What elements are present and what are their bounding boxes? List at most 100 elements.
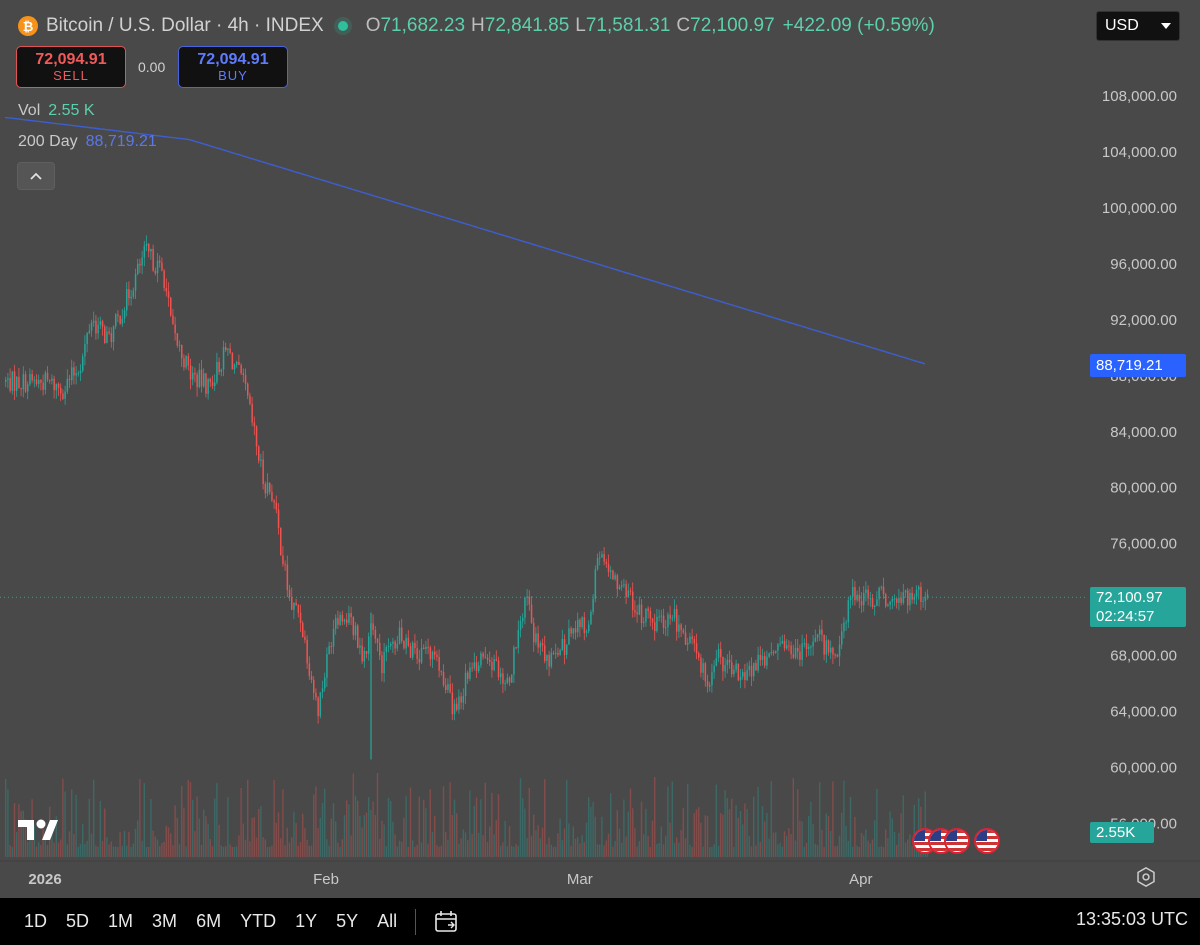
volume-bar xyxy=(460,838,462,857)
candle-body xyxy=(748,665,751,671)
market-status-dot[interactable] xyxy=(337,21,348,31)
volume-bar xyxy=(871,839,874,857)
volume-bar xyxy=(634,828,636,857)
candle-body xyxy=(313,679,315,693)
volume-bar xyxy=(434,815,436,857)
candle-body xyxy=(825,640,828,655)
candle-body xyxy=(654,622,656,631)
candle-body xyxy=(130,296,132,299)
range-ytd[interactable]: YTD xyxy=(240,911,276,932)
range-1y[interactable]: 1Y xyxy=(295,911,317,932)
buy-button[interactable]: 72,094.91 BUY xyxy=(178,46,288,88)
volume-bar xyxy=(464,832,467,857)
ma-indicator-legend[interactable]: 200 Day 88,719.21 xyxy=(18,133,157,151)
us-flag-icon[interactable] xyxy=(944,828,970,854)
volume-indicator-legend[interactable]: Vol 2.55 K xyxy=(18,102,95,120)
volume-bar xyxy=(251,817,253,857)
candle-body xyxy=(376,638,379,643)
ohlc-close: C72,100.97 xyxy=(676,15,775,36)
candle-body xyxy=(601,554,603,558)
candle-body xyxy=(541,643,544,646)
candle-body xyxy=(222,347,225,370)
candle-body xyxy=(161,262,163,271)
candle-body xyxy=(495,659,498,661)
volume-bar xyxy=(11,846,13,857)
candle-body xyxy=(398,627,401,644)
volume-bar xyxy=(508,826,511,857)
volume-bar xyxy=(60,839,62,857)
candle-body xyxy=(803,643,806,645)
candle-body xyxy=(581,617,583,628)
range-5d[interactable]: 5D xyxy=(66,911,89,932)
volume-bar xyxy=(819,782,821,857)
range-1d[interactable]: 1D xyxy=(24,911,47,932)
candle-body xyxy=(126,289,128,311)
volume-bar xyxy=(275,822,277,857)
volume-bar xyxy=(559,818,561,857)
utc-clock[interactable]: 13:35:03 UTC xyxy=(1076,909,1188,930)
candle-body xyxy=(715,658,718,666)
candle-body xyxy=(350,613,352,618)
candle-body xyxy=(651,618,654,623)
bitcoin-icon[interactable]: ₿ xyxy=(18,16,38,36)
volume-bar xyxy=(825,813,827,857)
candle-body xyxy=(726,659,729,666)
range-5y[interactable]: 5Y xyxy=(336,911,358,932)
chart-area[interactable]: 108,000.00 104,000.00 100,000.00 96,000.00 9… xyxy=(0,0,1200,898)
price-chart[interactable]: 108,000.00 104,000.00 100,000.00 96,000.00 9… xyxy=(0,0,1200,898)
volume-bar xyxy=(196,796,198,857)
candle-body xyxy=(396,643,399,649)
candle-body xyxy=(506,677,509,684)
candle-body xyxy=(801,643,803,660)
volume-bar xyxy=(887,838,889,857)
range-3m[interactable]: 3M xyxy=(152,911,177,932)
volume-bar xyxy=(702,846,704,857)
volume-bar xyxy=(882,846,885,857)
volume-bar xyxy=(132,843,134,857)
calendar-icon[interactable] xyxy=(434,910,460,934)
chevron-up-icon xyxy=(30,172,42,180)
volume-bar xyxy=(506,846,508,857)
candle-body xyxy=(159,260,161,263)
candle-body xyxy=(640,604,643,624)
candle-body xyxy=(326,654,328,678)
volume-bar xyxy=(330,818,332,857)
volume-bar xyxy=(579,843,581,857)
symbol-title[interactable]: Bitcoin / U.S. Dollar · 4h · INDEX xyxy=(46,15,324,37)
volume-bar xyxy=(348,804,350,857)
volume-bar xyxy=(539,838,541,857)
volume-bar xyxy=(720,813,722,857)
volume-bar xyxy=(891,818,893,857)
gear-icon[interactable] xyxy=(1135,866,1157,888)
volume-bar xyxy=(108,844,110,857)
candle-body xyxy=(115,314,117,327)
volume-bar xyxy=(398,840,401,857)
range-all[interactable]: All xyxy=(377,911,397,932)
candle-body xyxy=(647,608,649,612)
candle-body xyxy=(588,624,590,632)
tradingview-logo-icon[interactable] xyxy=(18,818,64,842)
volume-bar xyxy=(112,846,115,857)
volume-bar xyxy=(486,842,489,857)
us-flag-icon[interactable] xyxy=(974,828,1000,854)
candle-body xyxy=(792,654,795,658)
candle-body xyxy=(247,383,249,396)
candle-body xyxy=(739,676,742,681)
volume-bar xyxy=(898,833,900,857)
sell-button[interactable]: 72,094.91 SELL xyxy=(16,46,126,88)
candle-body xyxy=(44,372,47,390)
candle-body xyxy=(720,648,722,657)
candle-body xyxy=(99,321,102,325)
y-axis-tick-label: 76,000.00 xyxy=(1110,536,1177,553)
collapse-legend-button[interactable] xyxy=(17,162,55,190)
currency-select[interactable]: USD xyxy=(1096,11,1180,41)
volume-bar xyxy=(854,817,856,857)
range-6m[interactable]: 6M xyxy=(196,911,221,932)
range-1m[interactable]: 1M xyxy=(108,911,133,932)
candle-body xyxy=(170,297,172,316)
candle-body xyxy=(678,624,680,632)
candle-body xyxy=(847,600,850,623)
candle-body xyxy=(216,361,218,383)
candle-body xyxy=(238,362,240,365)
volume-bar xyxy=(687,784,689,857)
